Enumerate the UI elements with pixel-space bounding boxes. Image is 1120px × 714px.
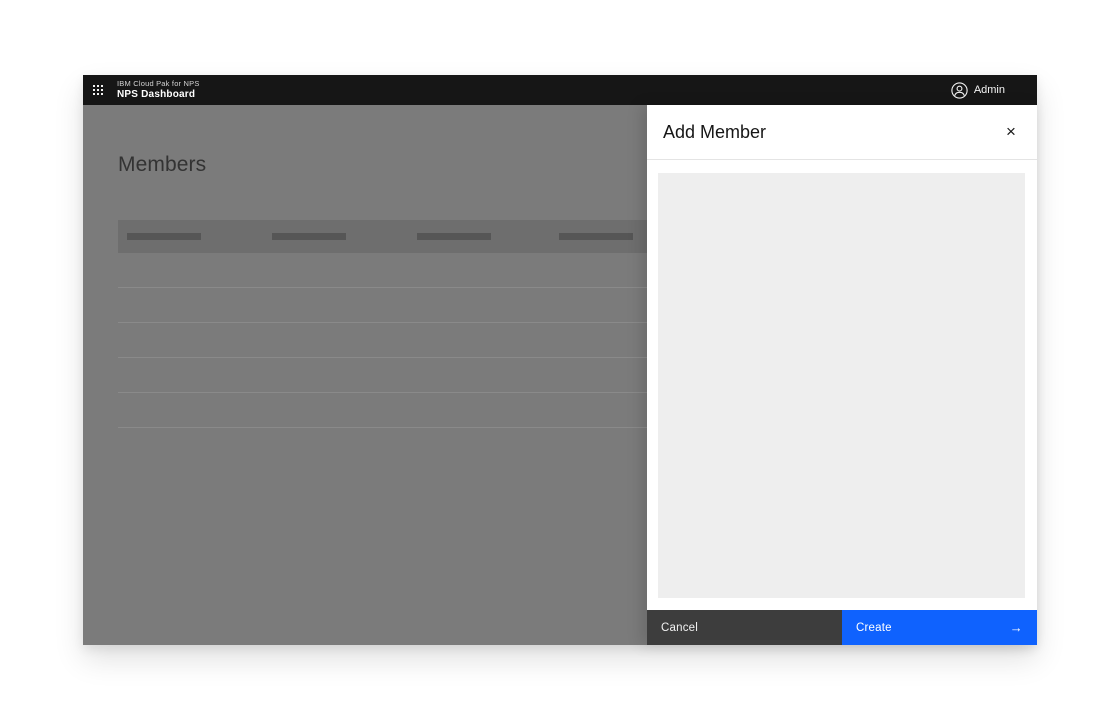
arrow-right-icon: → [1010, 621, 1023, 634]
product-name: NPS Dashboard [117, 90, 200, 100]
modal-header: Add Member × [647, 105, 1037, 160]
user-name-label: Admin [974, 84, 1005, 96]
page-canvas: IBM Cloud Pak for NPS NPS Dashboard Admi… [0, 0, 1120, 714]
cancel-button-label: Cancel [661, 622, 698, 634]
close-button[interactable]: × [999, 120, 1023, 144]
skeleton-bar [559, 233, 633, 240]
page-title: Members [118, 153, 206, 177]
modal-body [647, 160, 1037, 610]
skeleton-bar [272, 233, 346, 240]
modal-title: Add Member [663, 122, 766, 143]
add-member-modal: Add Member × Cancel Create → [647, 105, 1037, 645]
create-button-label: Create [856, 622, 892, 634]
skeleton-bar [417, 233, 491, 240]
skeleton-bar [127, 233, 201, 240]
cancel-button[interactable]: Cancel [647, 610, 842, 645]
app-switcher-button[interactable] [83, 75, 113, 105]
user-avatar-icon [951, 82, 968, 99]
modal-footer: Cancel Create → [647, 610, 1037, 645]
platform-name: IBM Cloud Pak for NPS [117, 80, 200, 88]
close-icon: × [1006, 122, 1016, 141]
create-button[interactable]: Create → [842, 610, 1037, 645]
brand-block: IBM Cloud Pak for NPS NPS Dashboard [117, 80, 200, 100]
user-menu-button[interactable]: Admin [951, 75, 1037, 105]
top-nav-bar: IBM Cloud Pak for NPS NPS Dashboard Admi… [83, 75, 1037, 105]
app-window: IBM Cloud Pak for NPS NPS Dashboard Admi… [83, 75, 1037, 645]
form-placeholder-area [658, 173, 1025, 598]
app-switcher-icon [93, 85, 103, 95]
